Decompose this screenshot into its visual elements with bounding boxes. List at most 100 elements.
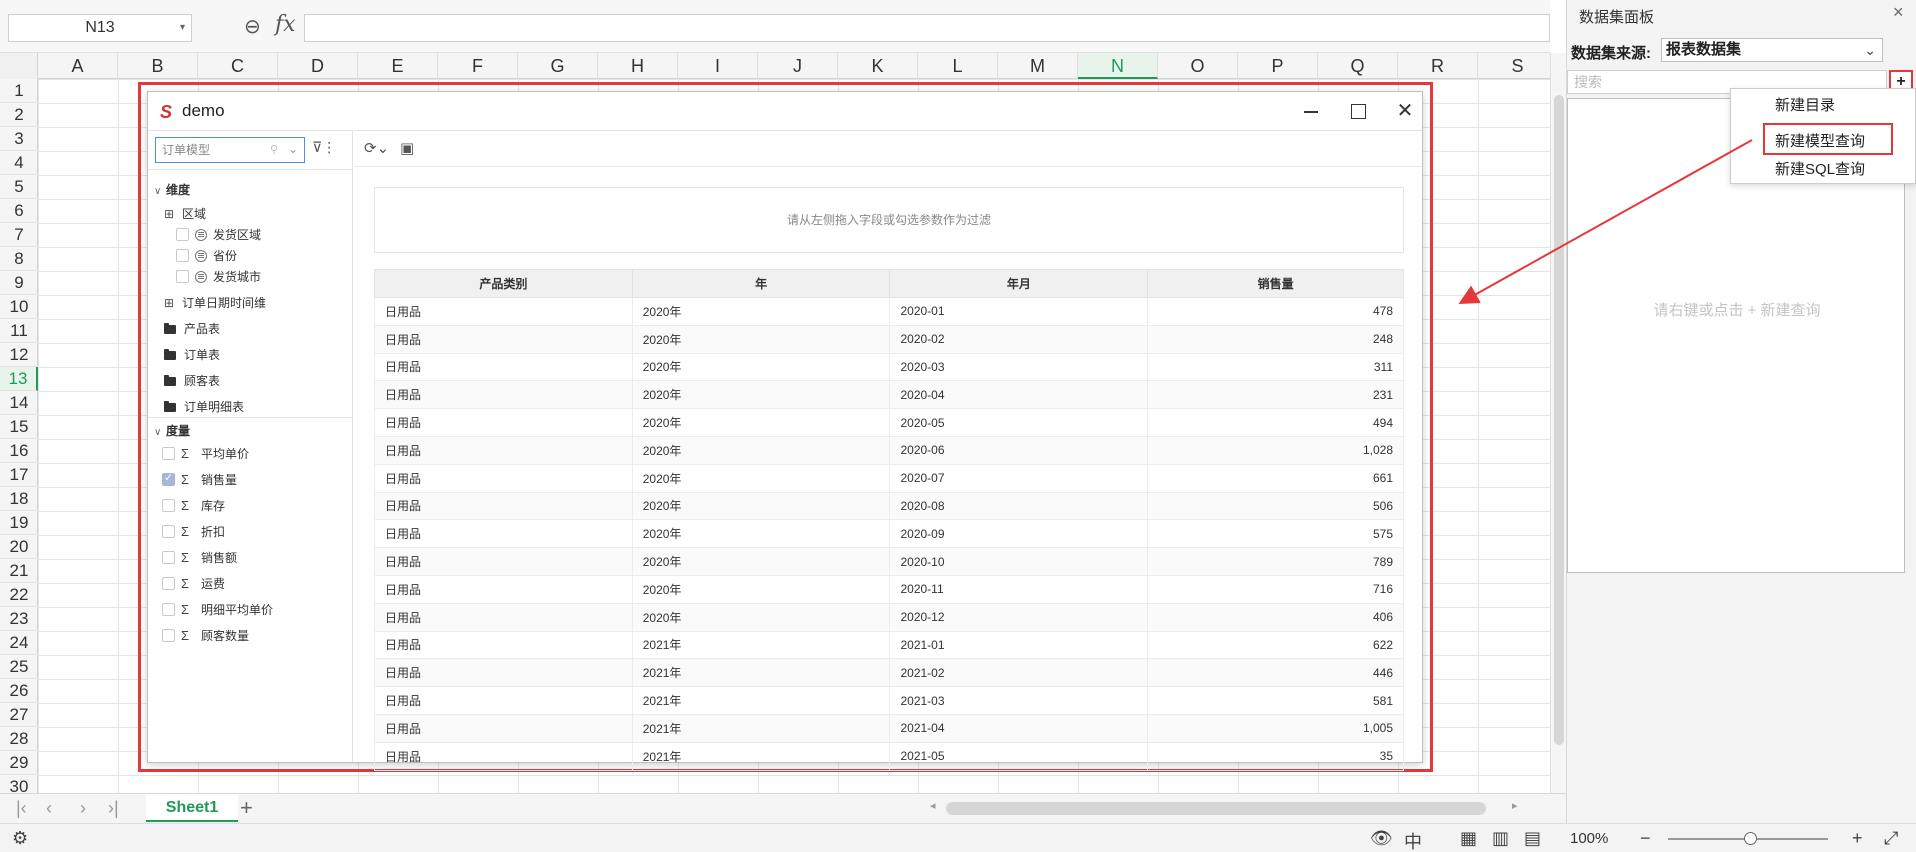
row-header-12[interactable]: 12 xyxy=(0,343,38,367)
formula-input[interactable] xyxy=(304,14,1550,42)
column-header-j[interactable]: J xyxy=(758,53,838,79)
menu-item-new-folder[interactable]: 新建目录 xyxy=(1775,94,1835,115)
column-header[interactable]: 产品类别 xyxy=(374,269,633,298)
tree-item-province[interactable]: 省份 xyxy=(176,247,237,264)
maximize-button[interactable] xyxy=(1343,96,1373,126)
row-header-8[interactable]: 8 xyxy=(0,247,38,271)
checkbox[interactable] xyxy=(162,603,175,616)
column-header-m[interactable]: M xyxy=(998,53,1078,79)
table-row[interactable]: 日用品 2021年 2021-02 446 xyxy=(374,658,1404,688)
select-all-corner[interactable] xyxy=(0,53,38,79)
macro-icon[interactable]: ⚙ xyxy=(12,828,28,849)
column-header-r[interactable]: R xyxy=(1398,53,1478,79)
row-header-4[interactable]: 4 xyxy=(0,151,38,175)
measure-sales-amount[interactable]: Σ 销售额 xyxy=(162,549,237,566)
row-header-7[interactable]: 7 xyxy=(0,223,38,247)
measure-group[interactable]: ∨ 度量 xyxy=(154,422,190,439)
sheet-tab-sheet1[interactable]: Sheet1 xyxy=(146,794,238,822)
row-header-18[interactable]: 18 xyxy=(0,487,38,511)
table-row[interactable]: 日用品 2020年 2020-09 575 xyxy=(374,519,1404,549)
column-header-e[interactable]: E xyxy=(358,53,438,79)
save-icon[interactable]: ▣ xyxy=(400,139,414,157)
checkbox[interactable] xyxy=(162,577,175,590)
scroll-left-icon[interactable]: ◂ xyxy=(930,799,936,812)
input-method-icon[interactable]: 中 xyxy=(1404,828,1422,852)
scroll-right-icon[interactable]: ▸ xyxy=(1512,799,1518,812)
vertical-scrollbar[interactable] xyxy=(1550,53,1566,793)
table-row[interactable]: 日用品 2020年 2020-04 231 xyxy=(374,380,1404,410)
table-row[interactable]: 日用品 2021年 2021-03 581 xyxy=(374,686,1404,715)
horizontal-scroll-thumb[interactable] xyxy=(946,802,1486,815)
measure-customer-count[interactable]: Σ 顾客数量 xyxy=(162,627,249,644)
tree-folder-products[interactable]: 产品表 xyxy=(164,320,220,337)
zoom-in-icon[interactable]: + xyxy=(1852,828,1863,849)
row-header-16[interactable]: 16 xyxy=(0,439,38,463)
column-header-g[interactable]: G xyxy=(518,53,598,79)
zoom-slider-knob[interactable] xyxy=(1744,832,1757,845)
row-header-20[interactable]: 20 xyxy=(0,535,38,559)
row-header-23[interactable]: 23 xyxy=(0,607,38,631)
next-sheet-icon[interactable]: › xyxy=(80,798,86,819)
tree-item-ship-region[interactable]: 发货区域 xyxy=(176,226,261,243)
column-header-q[interactable]: Q xyxy=(1318,53,1398,79)
checkbox[interactable] xyxy=(176,249,189,262)
table-row[interactable]: 日用品 2020年 2020-02 248 xyxy=(374,324,1404,354)
table-row[interactable]: 日用品 2020年 2020-05 494 xyxy=(374,408,1404,437)
column-header-s[interactable]: S xyxy=(1478,53,1558,79)
column-header-p[interactable]: P xyxy=(1238,53,1318,79)
checkbox[interactable] xyxy=(176,228,189,241)
close-icon[interactable]: × xyxy=(1893,2,1904,23)
tree-item-order-date[interactable]: ⊞ 订单日期时间维 xyxy=(164,294,266,311)
row-header-25[interactable]: 25 xyxy=(0,655,38,679)
add-sheet-icon[interactable]: + xyxy=(240,795,253,821)
column-header-i[interactable]: I xyxy=(678,53,758,79)
row-header-14[interactable]: 14 xyxy=(0,391,38,415)
checkbox[interactable] xyxy=(162,499,175,512)
table-row[interactable]: 日用品 2020年 2020-10 789 xyxy=(374,547,1404,576)
row-header-17[interactable]: 17 xyxy=(0,463,38,487)
refresh-icon[interactable]: ⟳⌄ xyxy=(364,139,389,157)
measure-stock[interactable]: Σ 库存 xyxy=(162,497,225,514)
row-header-3[interactable]: 3 xyxy=(0,127,38,151)
row-header-28[interactable]: 28 xyxy=(0,727,38,751)
row-header-6[interactable]: 6 xyxy=(0,199,38,223)
row-header-11[interactable]: 11 xyxy=(0,319,38,343)
tree-folder-customers[interactable]: 顾客表 xyxy=(164,372,220,389)
minimize-button[interactable] xyxy=(1296,96,1326,126)
checkbox[interactable] xyxy=(162,447,175,460)
column-header[interactable]: 年月 xyxy=(889,269,1149,298)
page-layout-icon[interactable]: ▥ xyxy=(1492,828,1509,849)
tree-folder-orders[interactable]: 订单表 xyxy=(164,346,220,363)
eye-icon[interactable]: 👁 xyxy=(1370,828,1393,849)
source-select[interactable]: 报表数据集 ⌄ xyxy=(1661,38,1883,62)
table-row[interactable]: 日用品 2020年 2020-07 661 xyxy=(374,463,1404,493)
menu-item-new-sql-query[interactable]: 新建SQL查询 xyxy=(1775,158,1865,179)
filter-menu-icon[interactable]: ⊽⋮ xyxy=(312,139,336,156)
horizontal-scrollbar[interactable]: ◂ ▸ xyxy=(930,799,1525,815)
tree-folder-order-details[interactable]: 订单明细表 xyxy=(164,398,244,415)
table-row[interactable]: 日用品 2020年 2020-03 311 xyxy=(374,352,1404,382)
measure-detail-avg-price[interactable]: Σ 明细平均单价 xyxy=(162,601,273,618)
column-header-f[interactable]: F xyxy=(438,53,518,79)
checkbox-checked[interactable] xyxy=(162,471,175,486)
zoom-search-icon[interactable]: ⊖ xyxy=(244,14,261,39)
first-sheet-icon[interactable]: |‹ xyxy=(16,798,27,819)
checkbox[interactable] xyxy=(162,629,175,642)
table-row[interactable]: 日用品 2020年 2020-08 506 xyxy=(374,491,1404,521)
prev-sheet-icon[interactable]: ‹ xyxy=(46,798,52,819)
measure-discount[interactable]: Σ 折扣 xyxy=(162,523,225,540)
row-header-29[interactable]: 29 xyxy=(0,751,38,775)
vertical-scroll-thumb[interactable] xyxy=(1554,95,1564,745)
tree-item-ship-city[interactable]: 发货城市 xyxy=(176,268,261,285)
table-row[interactable]: 日用品 2020年 2020-12 406 xyxy=(374,602,1404,632)
checkbox[interactable] xyxy=(162,525,175,538)
row-header-2[interactable]: 2 xyxy=(0,103,38,127)
column-header-a[interactable]: A xyxy=(38,53,118,79)
row-header-9[interactable]: 9 xyxy=(0,271,38,295)
row-header-5[interactable]: 5 xyxy=(0,175,38,199)
measure-avg-price[interactable]: Σ 平均单价 xyxy=(162,445,249,462)
row-header-27[interactable]: 27 xyxy=(0,703,38,727)
row-header-21[interactable]: 21 xyxy=(0,559,38,583)
table-row[interactable]: 日用品 2021年 2021-01 622 xyxy=(374,630,1404,660)
table-row[interactable]: 日用品 2021年 2021-04 1,005 xyxy=(374,713,1404,743)
